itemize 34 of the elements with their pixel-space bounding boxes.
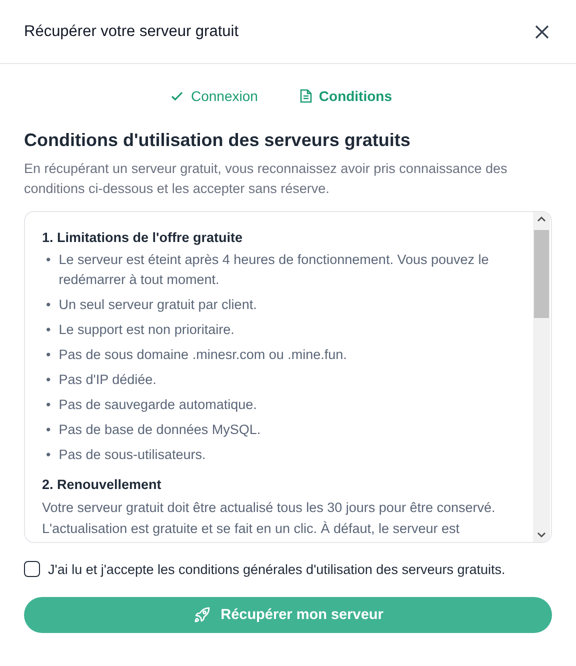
dialog-title: Récupérer votre serveur gratuit	[24, 22, 239, 40]
list-bullet: •	[46, 296, 51, 314]
terms-item: Le support est non prioritaire.	[58, 321, 234, 339]
step-tab[interactable]: Conditions	[300, 88, 392, 104]
terms-item: Le serveur est éteint après 4 heures de fonctionnement. Vous pouvez le redémarrer à tout moment.	[58, 251, 490, 289]
terms-item: Pas de sous domaine .minesr.com ou .mine.fun.	[58, 346, 347, 364]
list-bullet: •	[46, 321, 51, 339]
terms-item: Pas de sous-utilisateurs.	[58, 446, 206, 464]
terms-section-title: 1. Limitations de l'offre gratuite	[42, 230, 244, 245]
terms-item: Pas d'IP dédiée.	[58, 371, 156, 389]
terms-paragraph: Votre serveur gratuit doit être actualisé tous les 30 jours pour être conservé. L'actualisation est gratuite et se fait en un clic. À défaut, le serveur est	[42, 499, 496, 538]
agree-label: J'ai lu et j'accepte les conditions générales d'utilisation des serveurs gratuits.	[48, 562, 506, 576]
chevron-down-icon[interactable]	[537, 532, 546, 538]
submit-button[interactable]: Récupérer mon serveur	[24, 597, 552, 633]
document-icon	[300, 89, 312, 103]
list-bullet: •	[46, 346, 51, 364]
scrollbar[interactable]	[533, 212, 550, 542]
list-bullet: •	[46, 396, 51, 414]
step-tab[interactable]: Connexion	[170, 88, 258, 104]
terms-item: Pas de sauvegarde automatique.	[58, 396, 257, 414]
chevron-up-icon[interactable]	[537, 216, 546, 222]
terms-item: Un seul serveur gratuit par client.	[58, 296, 257, 314]
list-bullet: •	[46, 251, 51, 269]
intro-text: En récupérant un serveur gratuit, vous reconnaissez avoir pris connaissance des conditions ci-dessous et les accepter sans réserve.	[24, 160, 508, 198]
scrollbar-thumb[interactable]	[534, 230, 549, 318]
list-bullet: •	[46, 446, 51, 464]
check-icon	[170, 89, 184, 103]
rocket-icon	[192, 606, 211, 624]
list-bullet: •	[46, 421, 51, 439]
section-heading: Conditions d'utilisation des serveurs gratuits	[24, 130, 412, 151]
terms-section-title: 2. Renouvellement	[42, 477, 162, 492]
terms-item: Pas de base de données MySQL.	[58, 421, 261, 439]
list-bullet: •	[46, 371, 51, 389]
agree-checkbox[interactable]	[24, 561, 40, 577]
